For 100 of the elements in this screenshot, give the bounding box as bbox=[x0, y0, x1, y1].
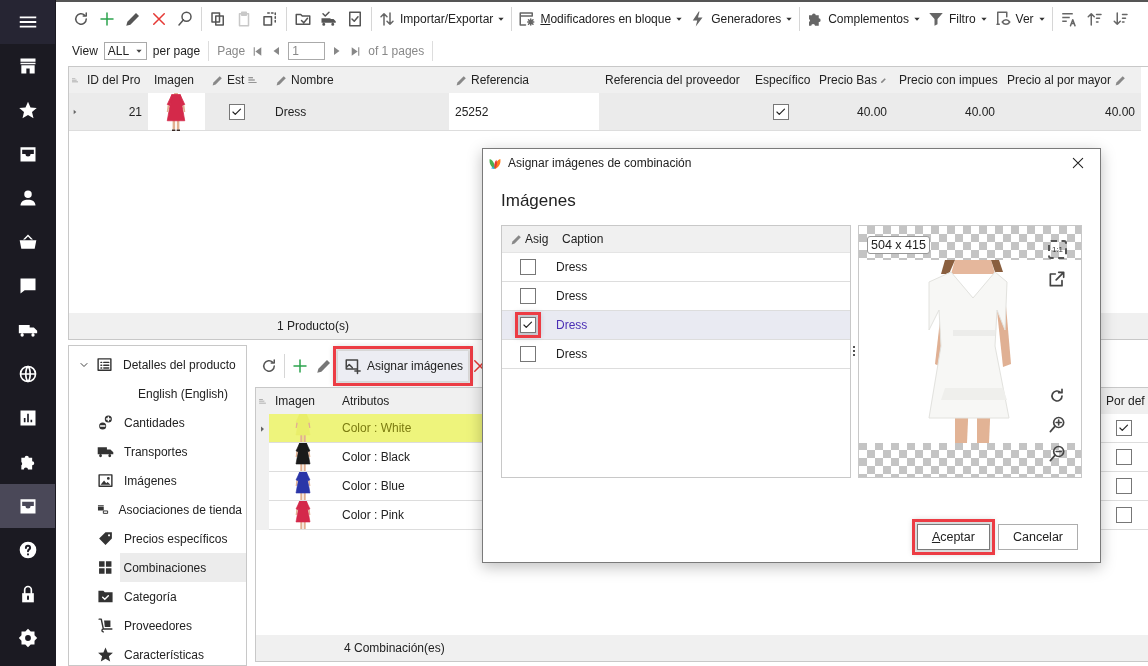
pencil-icon bbox=[455, 73, 468, 87]
arrows-icon bbox=[378, 10, 396, 28]
checkbox[interactable] bbox=[1116, 478, 1132, 494]
checkbox[interactable] bbox=[1116, 507, 1132, 523]
column-header[interactable]: Referencia bbox=[449, 67, 599, 93]
tree-item[interactable]: Asociaciones de tienda bbox=[114, 495, 246, 524]
column-header[interactable]: ID del Pro bbox=[81, 67, 148, 93]
zoom-in-icon[interactable] bbox=[1047, 415, 1067, 435]
sort-text-icon[interactable] bbox=[1059, 10, 1078, 28]
tree-item[interactable]: Imágenes bbox=[120, 466, 181, 495]
delete-icon[interactable] bbox=[150, 10, 168, 28]
star-icon bbox=[17, 100, 38, 120]
caret-icon bbox=[912, 15, 921, 23]
sort-down-icon[interactable] bbox=[1111, 10, 1130, 28]
edit-icon[interactable] bbox=[315, 357, 333, 375]
column-header[interactable]: Imagen bbox=[148, 67, 205, 93]
edit-icon[interactable] bbox=[124, 10, 142, 28]
truck-check-icon[interactable] bbox=[320, 10, 338, 28]
column-header[interactable]: Precio al por mayor bbox=[1001, 67, 1141, 93]
caret-icon bbox=[134, 47, 143, 55]
sort-up-icon[interactable] bbox=[1085, 10, 1104, 28]
basket-icon bbox=[17, 232, 38, 252]
caret-icon bbox=[785, 15, 794, 23]
view-select[interactable]: ALL bbox=[103, 42, 147, 60]
column-header[interactable]: Precio con impues bbox=[893, 67, 1001, 93]
column-header[interactable]: Precio Bas bbox=[813, 67, 893, 93]
image-size-label: 504 x 415 bbox=[867, 236, 930, 254]
person-icon bbox=[17, 188, 38, 208]
table-cell: Dress bbox=[554, 253, 850, 282]
tree-item[interactable]: Detalles del producto bbox=[119, 350, 240, 379]
close-icon[interactable] bbox=[1070, 155, 1086, 171]
tree-item[interactable]: Transportes bbox=[120, 437, 192, 466]
filter-menu[interactable]: Filtro bbox=[923, 6, 991, 32]
import-export-menu[interactable]: Importar/Exportar bbox=[375, 6, 509, 32]
column-header[interactable]: Imagen bbox=[269, 388, 336, 414]
tree-item[interactable]: Características bbox=[120, 640, 209, 666]
tag-icon bbox=[97, 530, 114, 547]
nav-button[interactable] bbox=[0, 0, 55, 44]
table-cell: 40.00 bbox=[893, 93, 1001, 131]
dialog-title: Asignar imágenes de combinación bbox=[508, 156, 693, 170]
generators-menu[interactable]: Generadores bbox=[686, 6, 797, 32]
pencil-icon bbox=[211, 73, 224, 87]
image-plus-icon bbox=[344, 357, 362, 375]
external-link-icon[interactable] bbox=[1047, 269, 1067, 289]
splitter-handle-icon[interactable] bbox=[853, 346, 856, 357]
page-field[interactable]: 1 bbox=[288, 42, 326, 60]
list-icon bbox=[96, 356, 113, 373]
copy-icon[interactable] bbox=[209, 10, 227, 28]
record-count: 1 Producto(s) bbox=[277, 319, 350, 333]
pencil-icon bbox=[1114, 73, 1128, 87]
column-header[interactable]: Caption bbox=[554, 226, 850, 253]
caret-icon bbox=[497, 15, 506, 23]
refresh-icon[interactable] bbox=[72, 10, 90, 28]
table-cell: 40.00 bbox=[813, 93, 893, 131]
column-header[interactable]: Referencia del proveedor bbox=[599, 67, 749, 93]
column-header[interactable]: Asig bbox=[502, 226, 554, 253]
chat-icon bbox=[17, 276, 38, 296]
refresh-icon[interactable] bbox=[260, 357, 278, 375]
actual-size-button[interactable]: 1:1 bbox=[1048, 240, 1067, 259]
plugins-menu[interactable]: Complementos bbox=[803, 6, 924, 32]
grid-icon bbox=[97, 559, 114, 576]
dolly-icon bbox=[97, 617, 114, 634]
duplicate-icon[interactable] bbox=[261, 10, 279, 28]
folder-check-icon bbox=[97, 588, 114, 605]
tree-item[interactable]: Cantidades bbox=[120, 408, 189, 437]
table-cell: 21 bbox=[81, 93, 148, 131]
checkbox[interactable] bbox=[773, 103, 789, 120]
view-icon bbox=[993, 10, 1012, 28]
view-label: View bbox=[72, 44, 98, 58]
bulk-modifiers-menu[interactable]: Modificadores en bloque bbox=[515, 6, 687, 32]
checkbox[interactable] bbox=[1116, 420, 1132, 436]
checkbox[interactable] bbox=[1116, 449, 1132, 465]
zoom-out-icon[interactable] bbox=[1047, 444, 1067, 464]
search-icon[interactable] bbox=[176, 10, 194, 28]
column-header[interactable]: Por def bbox=[1100, 388, 1148, 414]
cancel-button[interactable]: Cancelar bbox=[997, 524, 1078, 550]
image-icon bbox=[97, 472, 114, 489]
tree-item[interactable]: Precios específicos bbox=[120, 524, 232, 553]
quantities-icon bbox=[97, 414, 114, 431]
checkbox[interactable] bbox=[520, 288, 536, 304]
column-header[interactable]: Específico bbox=[749, 67, 813, 93]
table-icon bbox=[518, 10, 537, 28]
nav-button[interactable] bbox=[0, 484, 55, 528]
tree-item[interactable]: Proveedores bbox=[120, 611, 197, 640]
page-label: Page bbox=[217, 44, 246, 58]
tree-item[interactable]: Combinaciones bbox=[119, 553, 246, 582]
globe-icon bbox=[17, 364, 38, 384]
checkbox[interactable] bbox=[229, 103, 245, 120]
table-cell: Dress bbox=[554, 311, 850, 340]
column-header[interactable]: Nombre bbox=[269, 67, 449, 93]
view-menu[interactable]: Ver bbox=[990, 6, 1049, 32]
tree-item[interactable]: English (English) bbox=[134, 379, 233, 408]
tree-item[interactable]: Categoría bbox=[120, 582, 181, 611]
pencil-icon bbox=[275, 73, 288, 87]
checkbox[interactable] bbox=[520, 259, 536, 275]
checkbox[interactable] bbox=[520, 346, 536, 362]
column-header[interactable]: Est bbox=[205, 67, 269, 93]
page-count: of 1 pages bbox=[368, 44, 425, 58]
record-count: 4 Combinación(es) bbox=[344, 641, 445, 655]
document-check-icon[interactable] bbox=[346, 10, 364, 28]
